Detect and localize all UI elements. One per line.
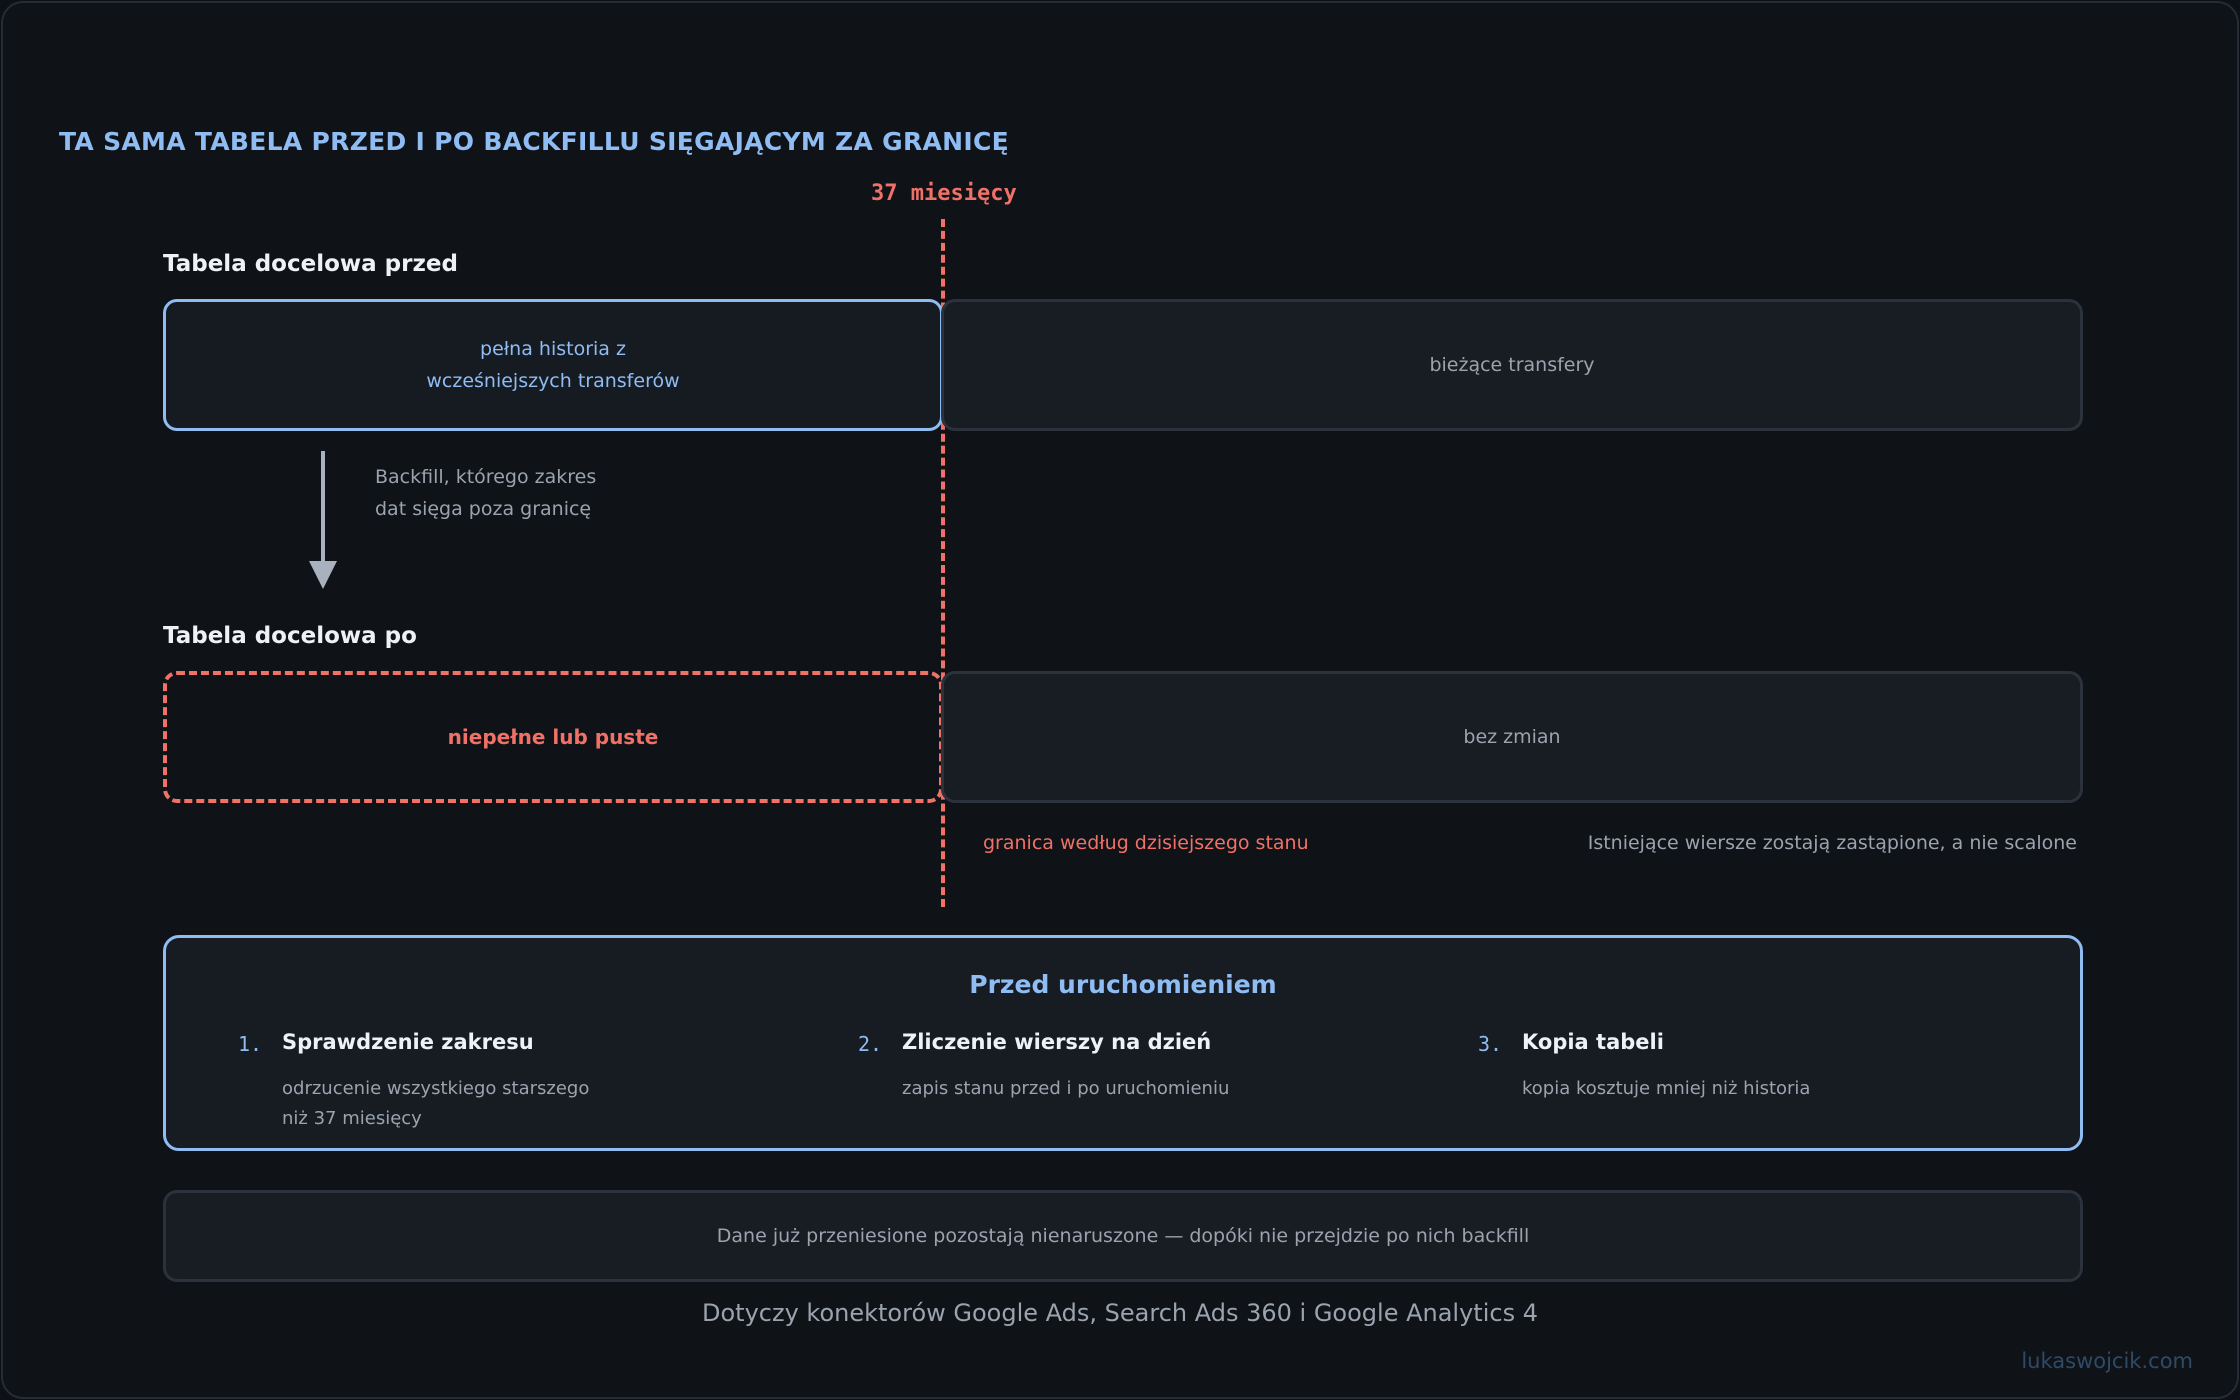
before-section-title: Tabela docelowa przed <box>163 251 458 277</box>
step-number: 1. <box>238 1032 263 1056</box>
unchanged-box-label: bez zmian <box>1463 726 1561 748</box>
footer-info-box: Dane już przeniesione pozostają nienarus… <box>163 1190 2083 1282</box>
down-arrow-head-icon <box>309 561 337 589</box>
incomplete-box-label: niepełne lub puste <box>447 725 659 749</box>
backfill-arrow-note: Backfill, którego zakres dat sięga poza … <box>375 466 597 520</box>
down-arrow-icon <box>321 451 325 563</box>
checklist-panel: Przed uruchomieniem 1. Sprawdzenie zakre… <box>163 935 2083 1151</box>
history-box-label: pełna historia z wcześniejszych transfer… <box>426 338 680 392</box>
history-box: pełna historia z wcześniejszych transfer… <box>163 299 943 431</box>
step-description: zapis stanu przed i po uruchomieniu <box>902 1078 1230 1099</box>
footer-info-text: Dane już przeniesione pozostają nienarus… <box>716 1225 1530 1247</box>
unchanged-box: bez zmian <box>941 671 2083 803</box>
checklist-title: Przed uruchomieniem <box>969 970 1277 999</box>
step-title: Zliczenie wierszy na dzień <box>902 1030 1212 1054</box>
step-description: odrzucenie wszystkiego starszego niż 37 … <box>282 1078 590 1129</box>
watermark: lukaswojcik.com <box>2021 1349 2193 1373</box>
step-description: kopia kosztuje mniej niż historia <box>1522 1078 1811 1099</box>
diagram-frame: TA SAMA TABELA PRZED I PO BACKFILLU SIĘG… <box>1 1 2239 1399</box>
diagram-heading: TA SAMA TABELA PRZED I PO BACKFILLU SIĘG… <box>59 127 1009 156</box>
after-section-title: Tabela docelowa po <box>163 623 417 649</box>
current-transfers-label: bieżące transfery <box>1429 354 1595 376</box>
boundary-months-label: 37 miesięcy <box>871 181 1017 206</box>
replace-note: Istniejące wiersze zostają zastąpione, a… <box>1587 832 2077 854</box>
incomplete-box: niepełne lub puste <box>163 671 943 803</box>
step-number: 3. <box>1478 1032 1503 1056</box>
step-number: 2. <box>858 1032 883 1056</box>
current-transfers-box: bieżące transfery <box>941 299 2083 431</box>
boundary-note: granica według dzisiejszego stanu <box>983 832 1309 854</box>
caption: Dotyczy konektorów Google Ads, Search Ad… <box>702 1299 1538 1327</box>
step-title: Kopia tabeli <box>1522 1030 1664 1054</box>
step-title: Sprawdzenie zakresu <box>282 1030 534 1054</box>
